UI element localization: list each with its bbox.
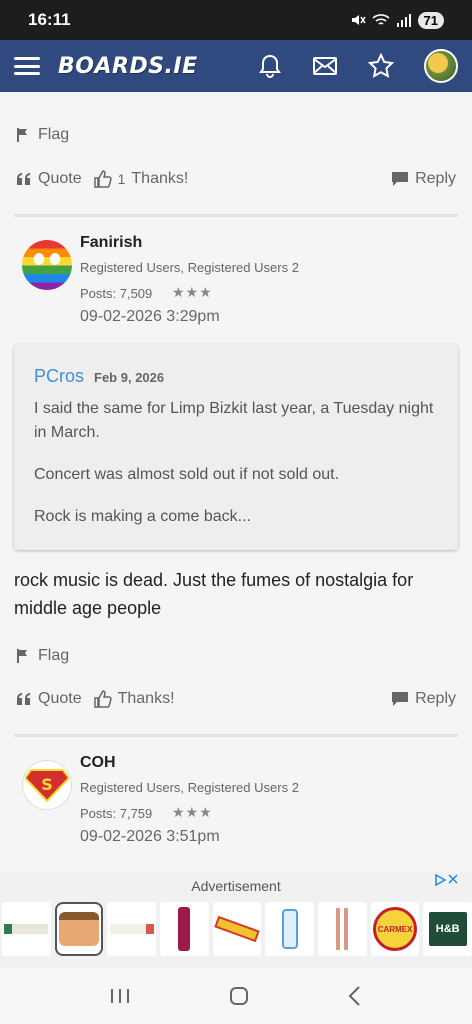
reply-label: Reply: [415, 170, 456, 187]
post2-author: Fanirish Registered Users, Registered Us…: [0, 220, 472, 330]
flag-label: Flag: [38, 126, 70, 143]
quote-label: Quote: [38, 690, 82, 707]
thanks-button[interactable]: 1 Thanks!: [93, 170, 189, 188]
ad-close-icon[interactable]: [448, 874, 458, 884]
post3-post-count: Posts: 7,759: [80, 806, 153, 821]
ad-product-bottle[interactable]: [160, 902, 209, 956]
post-divider: [14, 214, 458, 217]
post3-date: 09-02-2026 3:51pm: [80, 828, 220, 845]
flag-label: Flag: [38, 647, 70, 664]
reply-icon: [392, 692, 409, 706]
quote-paragraph: Rock is making a come back...: [34, 508, 251, 525]
post3-username[interactable]: COH: [80, 754, 116, 772]
post2-post-count: Posts: 7,509: [80, 286, 153, 301]
ad-product-carmex[interactable]: CARMEX: [370, 902, 420, 956]
post1-actions: Quote 1 Thanks! Reply: [16, 170, 456, 188]
system-nav-bar: [0, 968, 472, 1024]
back-icon[interactable]: [347, 985, 363, 1007]
svg-text:S: S: [41, 775, 53, 794]
post-divider: [14, 734, 458, 737]
ad-products[interactable]: CARMEX H&B: [0, 902, 472, 958]
mail-icon[interactable]: [312, 56, 338, 76]
app-bar: BOARDS.IE: [0, 40, 472, 92]
ad-product-tube[interactable]: [2, 902, 51, 956]
thumbs-up-icon: [93, 170, 112, 188]
post2-flag-row: Flag: [16, 647, 456, 665]
star-icon[interactable]: [368, 53, 394, 79]
quote-button[interactable]: Quote: [16, 170, 82, 188]
ad-product-tweezers[interactable]: [318, 902, 367, 956]
post3-rank-stars: ★★★: [172, 804, 213, 820]
ad-product-cleanser[interactable]: [265, 902, 315, 956]
battery-indicator: 71: [417, 11, 444, 29]
post1-flag-row: Flag: [16, 126, 456, 144]
thanks-button[interactable]: Thanks!: [93, 690, 175, 708]
post3-role: Registered Users, Registered Users 2: [80, 780, 299, 795]
ad-product-tube[interactable]: [107, 902, 157, 956]
ad-banner[interactable]: Advertisement CARMEX H&B: [0, 872, 472, 968]
post2-actions: Quote Thanks! Reply: [16, 690, 456, 708]
signal-icon: [396, 14, 411, 27]
ad-brand-logo[interactable]: H&B: [423, 902, 472, 956]
reply-label: Reply: [415, 690, 456, 707]
ad-choices[interactable]: [434, 874, 458, 886]
quote-box: PCros Feb 9, 2026 I said the same for Li…: [14, 344, 458, 550]
reply-button[interactable]: Reply: [391, 170, 456, 188]
flag-icon: [17, 649, 27, 663]
ad-product-jar[interactable]: [54, 902, 104, 956]
home-icon[interactable]: [228, 985, 250, 1007]
carmex-label: CARMEX: [373, 907, 418, 951]
post2-role: Registered Users, Registered Users 2: [80, 260, 299, 275]
quote-paragraph: I said the same for Limp Bizkit last yea…: [34, 400, 434, 441]
ad-product-lipbalm[interactable]: [212, 902, 262, 956]
thanks-count: 1: [117, 171, 126, 187]
thanks-label: Thanks!: [131, 170, 189, 187]
quote-date: Feb 9, 2026: [94, 370, 165, 385]
flag-icon: [17, 128, 27, 142]
flag-button[interactable]: Flag: [16, 126, 69, 144]
quote-author-link[interactable]: PCros: [34, 366, 84, 387]
ad-brand-text: H&B: [428, 912, 467, 946]
status-icons: 71: [350, 11, 444, 29]
menu-icon[interactable]: [14, 57, 40, 75]
coh-avatar[interactable]: S: [22, 760, 72, 810]
site-logo[interactable]: BOARDS.IE: [58, 54, 198, 79]
superman-logo-icon: S: [25, 769, 69, 802]
reply-button[interactable]: Reply: [391, 690, 456, 708]
quote-icon: [17, 173, 30, 185]
bell-icon[interactable]: [258, 53, 282, 79]
thumbs-up-icon: [93, 690, 112, 708]
quote-button[interactable]: Quote: [16, 690, 82, 708]
recent-apps-icon[interactable]: [109, 987, 131, 1005]
thanks-label: Thanks!: [117, 690, 175, 707]
flag-button[interactable]: Flag: [16, 647, 69, 665]
post2-date: 09-02-2026 3:29pm: [80, 308, 220, 325]
wifi-icon: [371, 14, 390, 25]
status-bar: 16:11 71: [0, 0, 472, 40]
fanirish-avatar[interactable]: [22, 240, 72, 290]
post3-author: S COH Registered Users, Registered Users…: [0, 740, 472, 850]
reply-icon: [392, 172, 409, 186]
post2-body: rock music is dead. Just the fumes of no…: [14, 570, 414, 618]
mute-icon: [351, 15, 366, 25]
user-avatar-icon[interactable]: [424, 49, 458, 83]
post2-rank-stars: ★★★: [172, 284, 213, 300]
thread-content[interactable]: Flag Quote 1 Thanks! Reply Fanirish Regi…: [0, 92, 472, 872]
ad-play-icon[interactable]: [434, 874, 446, 886]
quote-paragraph: Concert was almost sold out if not sold …: [34, 466, 340, 483]
quote-icon: [17, 693, 30, 705]
status-time: 16:11: [28, 10, 71, 29]
quote-label: Quote: [38, 170, 82, 187]
ad-label: Advertisement: [191, 878, 281, 894]
post2-username[interactable]: Fanirish: [80, 234, 142, 252]
